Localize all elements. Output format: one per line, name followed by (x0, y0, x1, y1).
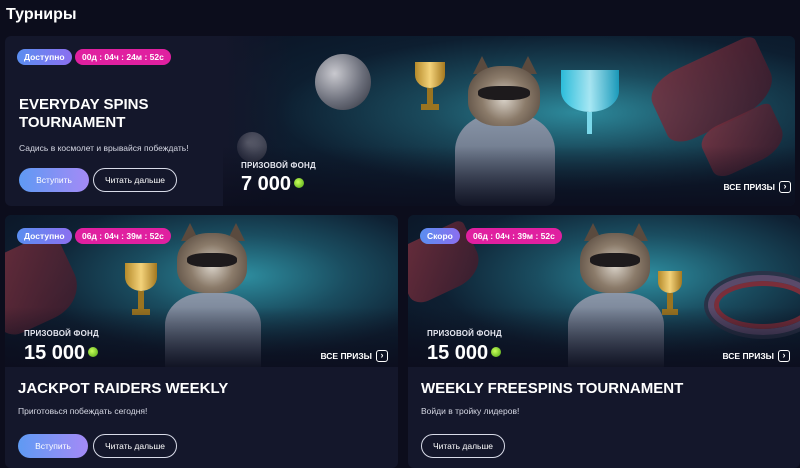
cocktail-glass-illustration (561, 70, 619, 112)
page-title: Турниры (6, 6, 77, 23)
chevron-right-icon: › (779, 181, 791, 193)
tournament-banner-image (223, 36, 795, 206)
read-more-button[interactable]: Читать дальше (93, 168, 177, 192)
planet-illustration (315, 54, 371, 110)
prize-amount-value: 15 000 (427, 342, 489, 364)
join-button[interactable]: Вступить (19, 168, 89, 192)
prize-fund-label: ПРИЗОВОЙ ФОНД (427, 329, 502, 338)
tournament-card-everyday-spins: Доступно 00д : 04ч : 24м : 52с EVERYDAY … (5, 36, 795, 206)
prize-fund-amount: 15 000 (427, 342, 502, 365)
chevron-right-icon: › (778, 350, 790, 362)
chevron-right-icon: › (376, 350, 388, 362)
coin-icon (491, 346, 502, 357)
status-badge: Скоро (420, 228, 460, 244)
tournament-card-weekly-freespins: Скоро 06д : 04ч : 39м : 52с ПРИЗОВОЙ ФОН… (408, 215, 800, 468)
coin-icon (88, 346, 99, 357)
countdown-timer-badge: 06д : 04ч : 39м : 52с (75, 228, 171, 244)
prize-amount-value: 7 000 (241, 173, 292, 195)
tournament-description: Приготовься побеждать сегодня! (18, 406, 148, 416)
tournament-description: Войди в тройку лидеров! (421, 406, 520, 416)
prize-fund-label: ПРИЗОВОЙ ФОНД (241, 161, 316, 170)
all-prizes-link[interactable]: ВСЕ ПРИЗЫ › (723, 181, 791, 193)
tournament-title: WEEKLY FREESPINS TOURNAMENT (421, 380, 684, 397)
tournament-title: JACKPOT RAIDERS WEEKLY (18, 380, 229, 397)
tournament-title: EVERYDAY SPINS TOURNAMENT (19, 96, 149, 131)
all-prizes-link[interactable]: ВСЕ ПРИЗЫ › (722, 350, 790, 362)
status-badge: Доступно (17, 228, 72, 244)
status-badge: Доступно (17, 49, 72, 65)
prize-fund-label: ПРИЗОВОЙ ФОНД (24, 329, 99, 338)
all-prizes-label: ВСЕ ПРИЗЫ (722, 351, 774, 361)
tournament-card-jackpot-raiders: Доступно 06д : 04ч : 39м : 52с ПРИЗОВОЙ … (5, 215, 398, 468)
join-button[interactable]: Вступить (18, 434, 88, 458)
prize-fund-amount: 7 000 (241, 173, 305, 196)
read-more-button[interactable]: Читать дальше (93, 434, 177, 458)
countdown-timer-badge: 06д : 04ч : 39м : 52с (466, 228, 562, 244)
prize-fund-amount: 15 000 (24, 342, 99, 365)
coin-icon (294, 177, 305, 188)
all-prizes-link[interactable]: ВСЕ ПРИЗЫ › (320, 350, 388, 362)
all-prizes-label: ВСЕ ПРИЗЫ (320, 351, 372, 361)
prize-amount-value: 15 000 (24, 342, 86, 364)
countdown-timer-badge: 00д : 04ч : 24м : 52с (75, 49, 171, 65)
read-more-button[interactable]: Читать дальше (421, 434, 505, 458)
tournament-description: Садись в космолет и врывайся побеждать! (19, 143, 189, 153)
all-prizes-label: ВСЕ ПРИЗЫ (723, 182, 775, 192)
